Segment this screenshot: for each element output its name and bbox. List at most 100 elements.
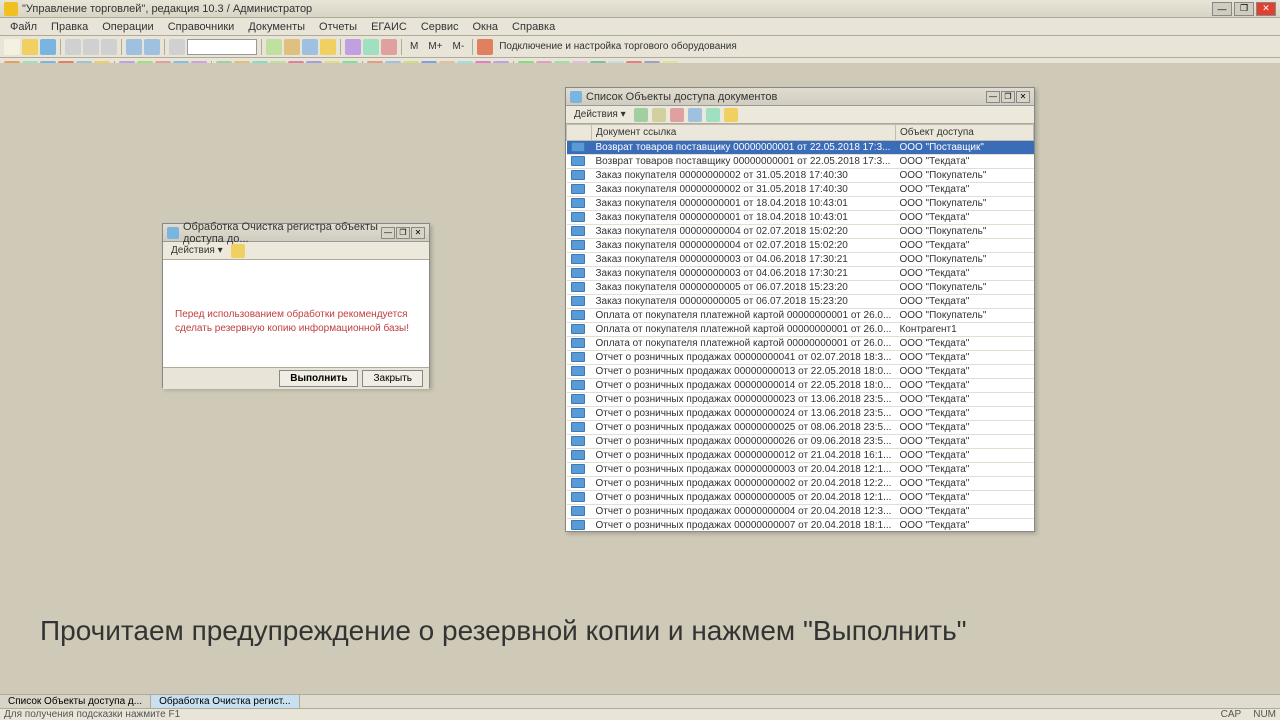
link-icon[interactable] [363, 39, 379, 55]
table-row[interactable]: Заказ покупателя 00000000003 от 04.06.20… [567, 253, 1034, 267]
help-icon[interactable] [320, 39, 336, 55]
menu-документы[interactable]: Документы [242, 20, 311, 34]
table-row[interactable]: Заказ покупателя 00000000004 от 02.07.20… [567, 225, 1034, 239]
table-row[interactable]: Заказ покупателя 00000000002 от 31.05.20… [567, 183, 1034, 197]
table-row[interactable]: Отчет о розничных продажах 00000000013 о… [567, 365, 1034, 379]
list-close[interactable]: ✕ [1016, 91, 1030, 103]
cell-obj: ООО "Текдата" [895, 267, 1033, 281]
equipment-icon[interactable] [477, 39, 493, 55]
dialog-minimize[interactable]: — [381, 227, 395, 239]
save-icon[interactable] [40, 39, 56, 55]
dialog-close[interactable]: ✕ [411, 227, 425, 239]
table-row[interactable]: Заказ покупателя 00000000001 от 18.04.20… [567, 211, 1034, 225]
search-input[interactable] [187, 39, 257, 55]
table-row[interactable]: Отчет о розничных продажах 00000000004 о… [567, 505, 1034, 519]
task-tab-list[interactable]: Список Объекты доступа д... [0, 695, 151, 708]
print-icon[interactable] [302, 39, 318, 55]
cell-obj: ООО "Текдата" [895, 365, 1033, 379]
table-row[interactable]: Отчет о розничных продажах 00000000002 о… [567, 477, 1034, 491]
cell-doc: Заказ покупателя 00000000004 от 02.07.20… [592, 239, 896, 253]
table-row[interactable]: Заказ покупателя 00000000004 от 02.07.20… [567, 239, 1034, 253]
table-row[interactable]: Отчет о розничных продажах 00000000012 о… [567, 449, 1034, 463]
table-row[interactable]: Отчет о розничных продажах 00000000014 о… [567, 379, 1034, 393]
cell-doc: Возврат товаров поставщику 00000000001 о… [592, 141, 896, 155]
config-icon[interactable] [345, 39, 361, 55]
table-row[interactable]: Отчет о розничных продажах 00000000025 о… [567, 421, 1034, 435]
menu-операции[interactable]: Операции [96, 20, 159, 34]
cut-icon[interactable] [65, 39, 81, 55]
menu-правка[interactable]: Правка [45, 20, 94, 34]
table-row[interactable]: Заказ покупателя 00000000003 от 04.06.20… [567, 267, 1034, 281]
list-minimize[interactable]: — [986, 91, 1000, 103]
table-row[interactable]: Отчет о розничных продажах 00000000003 о… [567, 463, 1034, 477]
toolbar-main: М М+ М- Подключение и настройка торговог… [0, 36, 1280, 58]
undo-icon[interactable] [126, 39, 142, 55]
table-row[interactable]: Возврат товаров поставщику 00000000001 о… [567, 141, 1034, 155]
dialog-body: Перед использованием обработки рекоменду… [163, 260, 429, 367]
table-row[interactable]: Возврат товаров поставщику 00000000001 о… [567, 155, 1034, 169]
task-tab-processing[interactable]: Обработка Очистка регист... [151, 695, 299, 708]
cell-obj: ООО "Текдата" [895, 491, 1033, 505]
menu-окна[interactable]: Окна [466, 20, 504, 34]
redo-icon[interactable] [144, 39, 160, 55]
dialog-titlebar[interactable]: Обработка Очистка регистра объекты досту… [163, 224, 429, 242]
delete-icon[interactable] [670, 108, 684, 122]
menu-отчеты[interactable]: Отчеты [313, 20, 363, 34]
col-doc[interactable]: Документ ссылка [592, 125, 896, 141]
m-plus-label[interactable]: М+ [424, 41, 446, 52]
table-row[interactable]: Оплата от покупателя платежной картой 00… [567, 309, 1034, 323]
menu-справка[interactable]: Справка [506, 20, 561, 34]
maximize-button[interactable]: ❐ [1234, 2, 1254, 16]
table-row[interactable]: Заказ покупателя 00000000002 от 31.05.20… [567, 169, 1034, 183]
table-row[interactable]: Заказ покупателя 00000000005 от 06.07.20… [567, 281, 1034, 295]
list-table-container[interactable]: Документ ссылка Объект доступа Возврат т… [566, 124, 1034, 531]
list-actions[interactable]: Действия ▾ [570, 108, 630, 121]
open-icon[interactable] [22, 39, 38, 55]
new-icon[interactable] [4, 39, 20, 55]
execute-button[interactable]: Выполнить [279, 370, 358, 387]
refresh-icon[interactable] [706, 108, 720, 122]
menu-справочники[interactable]: Справочники [162, 20, 241, 34]
edit-icon[interactable] [652, 108, 666, 122]
dialog-help-icon[interactable] [231, 244, 245, 258]
table-row[interactable]: Оплата от покупателя платежной картой 00… [567, 337, 1034, 351]
add-icon[interactable] [634, 108, 648, 122]
table-row[interactable]: Отчет о розничных продажах 00000000023 о… [567, 393, 1034, 407]
list-window-icon [570, 91, 582, 103]
calc-icon[interactable] [266, 39, 282, 55]
cell-obj: ООО "Текдата" [895, 393, 1033, 407]
table-row[interactable]: Отчет о розничных продажах 00000000026 о… [567, 435, 1034, 449]
m-minus-label[interactable]: М- [449, 41, 469, 52]
menu-файл[interactable]: Файл [4, 20, 43, 34]
table-row[interactable]: Заказ покупателя 00000000005 от 06.07.20… [567, 295, 1034, 309]
paste-icon[interactable] [101, 39, 117, 55]
settings-icon[interactable] [381, 39, 397, 55]
equipment-label[interactable]: Подключение и настройка торгового оборуд… [495, 41, 741, 52]
row-icon [571, 254, 585, 264]
close-button[interactable]: ✕ [1256, 2, 1276, 16]
menu-егаис[interactable]: ЕГАИС [365, 20, 413, 34]
table-row[interactable]: Оплата от покупателя платежной картой 00… [567, 323, 1034, 337]
minimize-button[interactable]: — [1212, 2, 1232, 16]
help-icon[interactable] [724, 108, 738, 122]
menu-сервис[interactable]: Сервис [415, 20, 465, 34]
table-row[interactable]: Отчет о розничных продажах 00000000005 о… [567, 491, 1034, 505]
filter-icon[interactable] [688, 108, 702, 122]
close-button[interactable]: Закрыть [362, 370, 423, 387]
col-icon[interactable] [567, 125, 592, 141]
table-row[interactable]: Отчет о розничных продажах 00000000024 о… [567, 407, 1034, 421]
table-row[interactable]: Отчет о розничных продажах 00000000041 о… [567, 351, 1034, 365]
list-titlebar[interactable]: Список Объекты доступа документов — ❐ ✕ [566, 88, 1034, 106]
col-obj[interactable]: Объект доступа [895, 125, 1033, 141]
table-row[interactable]: Отчет о розничных продажах 00000000007 о… [567, 519, 1034, 532]
cell-doc: Возврат товаров поставщику 00000000001 о… [592, 155, 896, 169]
dialog-maximize[interactable]: ❐ [396, 227, 410, 239]
copy-icon[interactable] [83, 39, 99, 55]
cell-doc: Отчет о розничных продажах 00000000012 о… [592, 449, 896, 463]
calendar-icon[interactable] [284, 39, 300, 55]
list-maximize[interactable]: ❐ [1001, 91, 1015, 103]
search-icon[interactable] [169, 39, 185, 55]
m-label[interactable]: М [406, 41, 422, 52]
dialog-actions[interactable]: Действия ▾ [167, 244, 227, 257]
table-row[interactable]: Заказ покупателя 00000000001 от 18.04.20… [567, 197, 1034, 211]
